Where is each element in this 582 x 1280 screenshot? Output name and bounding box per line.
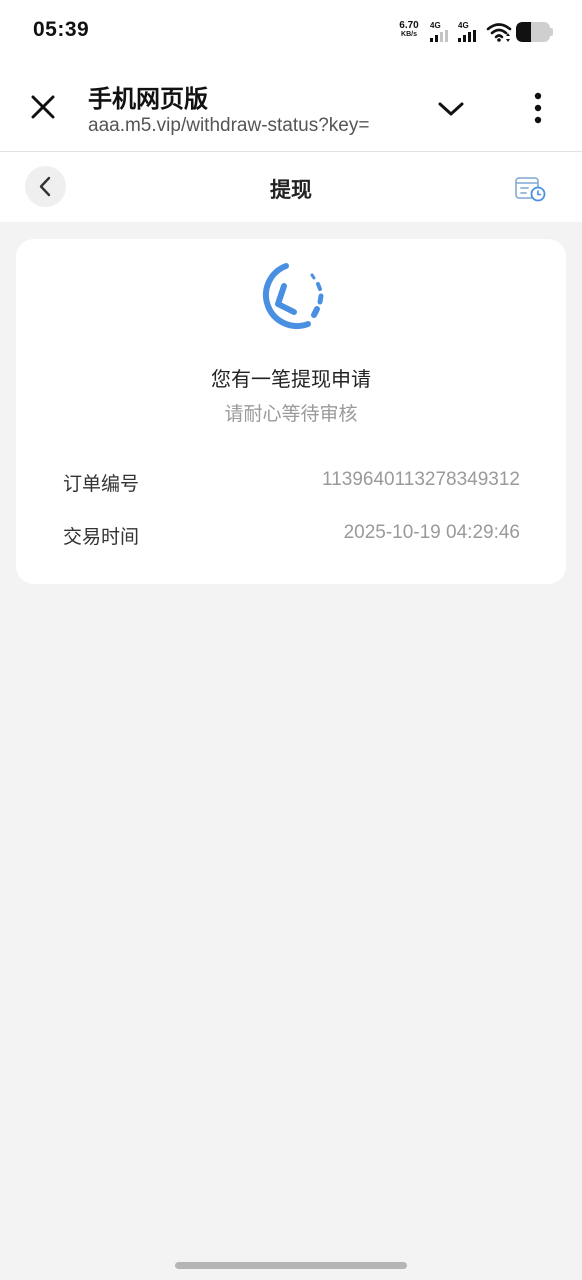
status-subtitle: 请耐心等待审核 [224, 403, 358, 425]
order-number-value: 1139640113278349312 [322, 469, 520, 490]
close-icon[interactable] [26, 90, 60, 124]
battery-fill [516, 22, 532, 42]
home-indicator[interactable] [175, 1262, 407, 1269]
record-clock-icon[interactable] [514, 172, 546, 204]
more-vertical-icon[interactable] [524, 90, 552, 126]
browser-bar: 手机网页版 aaa.m5.vip/withdraw-status?key= [0, 64, 582, 152]
transaction-time-row: 交易时间 2025-10-19 04:29:46 [63, 522, 520, 550]
order-number-label: 订单编号 [63, 473, 140, 495]
page-nav: 提现 [0, 152, 582, 222]
cell-signal-1-label: 4G [430, 21, 441, 30]
browser-url[interactable]: aaa.m5.vip/withdraw-status?key= [88, 115, 406, 137]
transaction-time-value: 2025-10-19 04:29:46 [343, 522, 520, 543]
transaction-time-label: 交易时间 [63, 526, 140, 548]
cell-signal-2-icon: 4G [458, 21, 480, 43]
status-title: 您有一笔提现申请 [211, 367, 371, 391]
battery-tip [550, 28, 553, 36]
status-bar: 05:39 6.70 KB/s 4G 4G [0, 0, 582, 64]
wifi-icon [486, 23, 512, 42]
order-number-row: 订单编号 1139640113278349312 [63, 469, 520, 497]
net-speed-value: 6.70 [399, 20, 419, 31]
cell-signal-1-icon: 4G [430, 21, 452, 43]
net-speed-unit: KB/s [401, 31, 417, 38]
status-time: 05:39 [33, 18, 90, 41]
page-title: 提现 [270, 178, 312, 202]
battery-icon [516, 22, 550, 42]
back-button[interactable] [25, 166, 66, 207]
net-speed: 6.70 KB/s [396, 21, 422, 39]
chevron-down-icon[interactable] [434, 92, 468, 126]
chevron-left-icon [39, 176, 51, 197]
browser-title: 手机网页版 [88, 85, 208, 113]
pending-clock-icon [262, 263, 324, 329]
withdraw-status-card: 您有一笔提现申请 请耐心等待审核 订单编号 113964011327834931… [16, 239, 566, 584]
cell-signal-2-label: 4G [458, 21, 469, 30]
